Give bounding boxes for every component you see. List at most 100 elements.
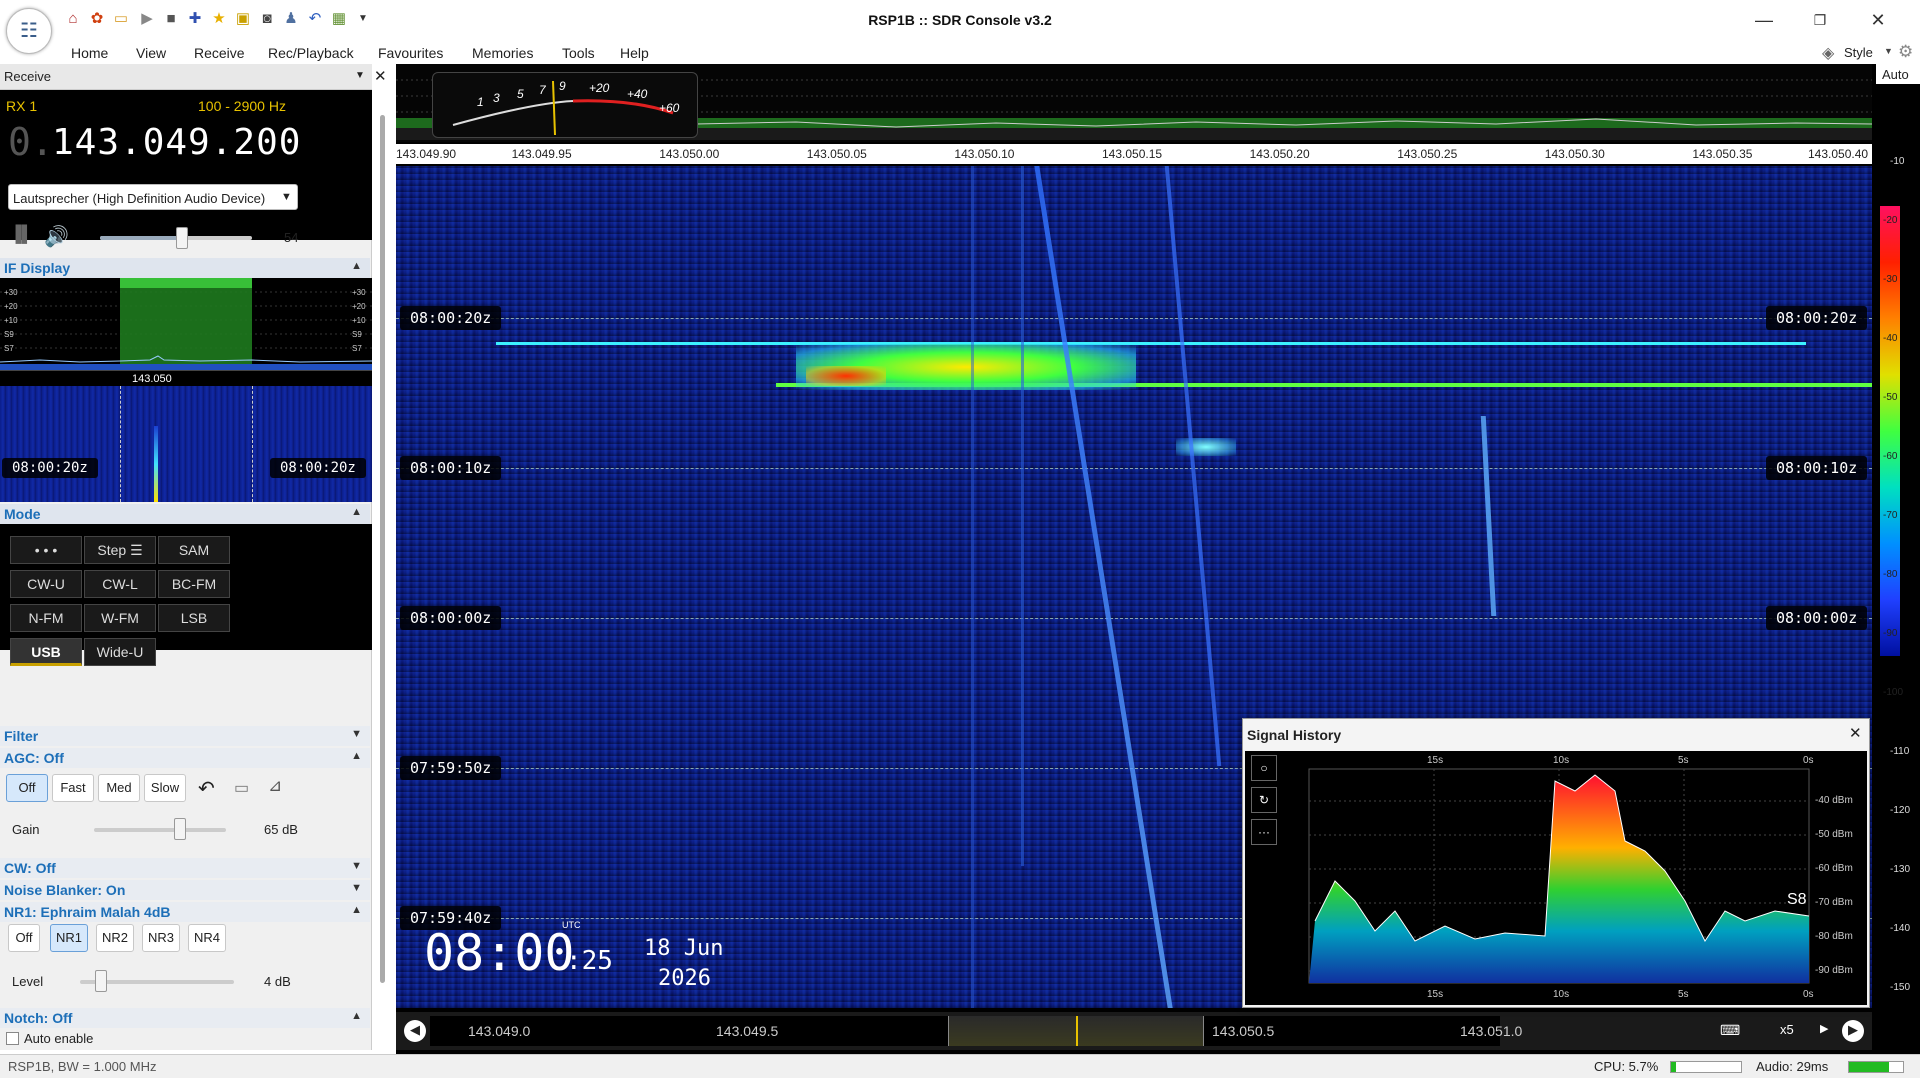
levels-icon[interactable]: ▐▌ [10,226,33,244]
mode-wideu-button[interactable]: Wide-U [84,638,156,666]
db-tick-label: -70 [1883,510,1898,521]
frequency-tick-label: 143.049.90 [396,147,457,161]
dropdown-icon[interactable]: ▼ [354,10,372,28]
frequency-display[interactable]: RX 1 100 - 2900 Hz 0. 143.049.200 [0,90,372,240]
menu-receive[interactable]: Receive [194,45,245,61]
notch-section-header[interactable]: Notch: Off ▲ [0,1008,370,1028]
undo-icon[interactable]: ↶ [306,10,324,28]
s-meter-label: 9 [559,79,566,93]
audio-device-value: Lautsprecher (High Definition Audio Devi… [13,191,266,206]
filter-section-header[interactable]: Filter ▼ [0,726,370,746]
frequency-tick-label: 143.050.10 [954,147,1015,161]
db-tick-label: -40 [1883,333,1898,344]
add-icon[interactable]: ✚ [186,10,204,28]
agc-fast-button[interactable]: Fast [52,774,94,802]
agc-settings-icon[interactable]: ▭ [234,778,249,798]
audio-device-select[interactable]: Lautsprecher (High Definition Audio Devi… [8,184,298,210]
zoom-chevron-icon[interactable]: ▶ [1820,1022,1828,1035]
mode-wfm-button[interactable]: W-FM [84,604,156,632]
if-display-section-header[interactable]: IF Display ▲ [0,258,370,278]
frequency-tick-label: 143.050.40 [1808,147,1869,161]
menu-tools[interactable]: Tools [562,45,595,61]
zoom-value[interactable]: x5 [1780,1022,1794,1037]
noise-blanker-section-header[interactable]: Noise Blanker: On ▼ [0,880,370,900]
mode-cwl-button[interactable]: CW-L [84,570,156,598]
frequency-value[interactable]: 143.049.200 [52,122,301,163]
maximize-button[interactable]: ❐ [1798,6,1842,34]
nr4-button[interactable]: NR4 [188,924,226,952]
keyboard-icon[interactable]: ⌨ [1720,1022,1740,1039]
minimize-button[interactable]: — [1742,6,1786,34]
scroll-right-icon[interactable]: ▶ [1842,1020,1864,1042]
mode-usb-button[interactable]: USB [10,638,82,666]
gain-slider-knob[interactable] [173,818,186,840]
menu-favourites[interactable]: Favourites [378,45,443,61]
db-tick-label: -120 [1890,805,1911,816]
s-meter-label: 5 [517,87,524,101]
nr-off-button[interactable]: Off [8,924,40,952]
auto-scale-button[interactable]: Auto [1876,64,1920,84]
app-menu-orb-icon[interactable]: ☷ [6,8,52,54]
if-waterfall[interactable]: 08:00:20z 08:00:20z [0,386,372,502]
nr2-button[interactable]: NR2 [96,924,134,952]
mode-cwu-button[interactable]: CW-U [10,570,82,598]
db-scale[interactable]: Auto -10 -20 -30 -40 -50 -60 -70 -80 -90 -100 -110… [1876,64,1920,1054]
theme-icon[interactable]: ◈ [1822,43,1834,63]
nr-level-slider-knob[interactable] [94,970,107,992]
gain-slider[interactable] [94,828,226,832]
lock-icon[interactable]: ▣ [234,10,252,28]
agc-graph-icon[interactable]: ⊿ [268,776,282,796]
mode-section-header[interactable]: Mode ▲ [0,504,370,524]
collapse-icon: ▲ [351,506,362,518]
speaker-icon[interactable]: 🔊 [44,224,69,249]
notch-title: Notch: Off [4,1010,73,1026]
auto-enable-checkbox[interactable] [6,1032,19,1045]
gear-icon[interactable]: ⚙ [1898,42,1913,62]
menu-help[interactable]: Help [620,45,649,61]
left-panel-scrollbar[interactable] [380,115,385,983]
agc-slow-button[interactable]: Slow [144,774,186,802]
signal-history-close-icon[interactable]: ✕ [1849,724,1862,742]
stop-icon[interactable]: ■ [162,10,180,28]
play-icon[interactable]: ▶ [138,10,156,28]
signal-history-window[interactable]: Signal History ✕ ○ ↻ ··· 15s 10s 5s 0s 1… [1242,718,1870,1008]
cw-section-header[interactable]: CW: Off ▼ [0,858,370,878]
style-menu[interactable]: Style [1844,45,1873,60]
mode-bcfm-button[interactable]: BC-FM [158,570,230,598]
star-icon[interactable]: ★ [210,10,228,28]
nr3-button[interactable]: NR3 [142,924,180,952]
frequency-scale[interactable]: 143.049.90 143.049.95 143.050.00 143.050.05… [396,144,1872,164]
style-chevron-down-icon[interactable]: ▼ [1884,46,1893,56]
agc-reset-icon[interactable]: ↶ [198,776,215,801]
nr1-button[interactable]: NR1 [50,924,88,952]
if-spectrum[interactable]: +30 +20 +10 S9 S7 +30 +20 +10 S9 S7 [0,278,373,370]
mode-sam-button[interactable]: SAM [158,536,230,564]
volume-slider-knob[interactable] [176,227,189,249]
scroll-left-icon[interactable]: ◀ [404,1020,426,1042]
camera-icon[interactable]: ◙ [258,10,276,28]
home-icon[interactable]: ⌂ [64,10,82,28]
mode-lsb-button[interactable]: LSB [158,604,230,632]
waterfall-time-label: 08:00:00z [400,606,502,630]
band-overview-bar[interactable]: ◀ 143.049.0143.049.5143.050.0143.050.514… [396,1012,1872,1050]
close-button[interactable]: ✕ [1856,6,1900,34]
mode-nfm-button[interactable]: N-FM [10,604,82,632]
if-db-label-right: S9 [352,330,362,339]
folder-icon[interactable]: ▭ [112,10,130,28]
agc-off-button[interactable]: Off [6,774,48,802]
panel-menu-chevron-icon[interactable]: ▼ [355,70,365,81]
panel-close-icon[interactable]: ✕ [374,67,387,85]
nr-section-header[interactable]: NR1: Ephraim Malah 4dB ▲ [0,902,370,922]
layout-icon[interactable]: ▦ [330,10,348,28]
menu-view[interactable]: View [136,45,166,61]
frequency-tick-label: 143.050.15 [1102,147,1163,161]
mode-step-button[interactable]: Step ☰ [84,536,156,564]
agc-section-header[interactable]: AGC: Off ▲ [0,748,370,768]
mode-more-button[interactable]: • • • [10,536,82,564]
person-icon[interactable]: ♟ [282,10,300,28]
settings-icon[interactable]: ✿ [88,10,106,28]
menu-rec-playback[interactable]: Rec/Playback [268,45,354,61]
menu-home[interactable]: Home [71,45,108,61]
agc-med-button[interactable]: Med [98,774,140,802]
menu-memories[interactable]: Memories [472,45,533,61]
